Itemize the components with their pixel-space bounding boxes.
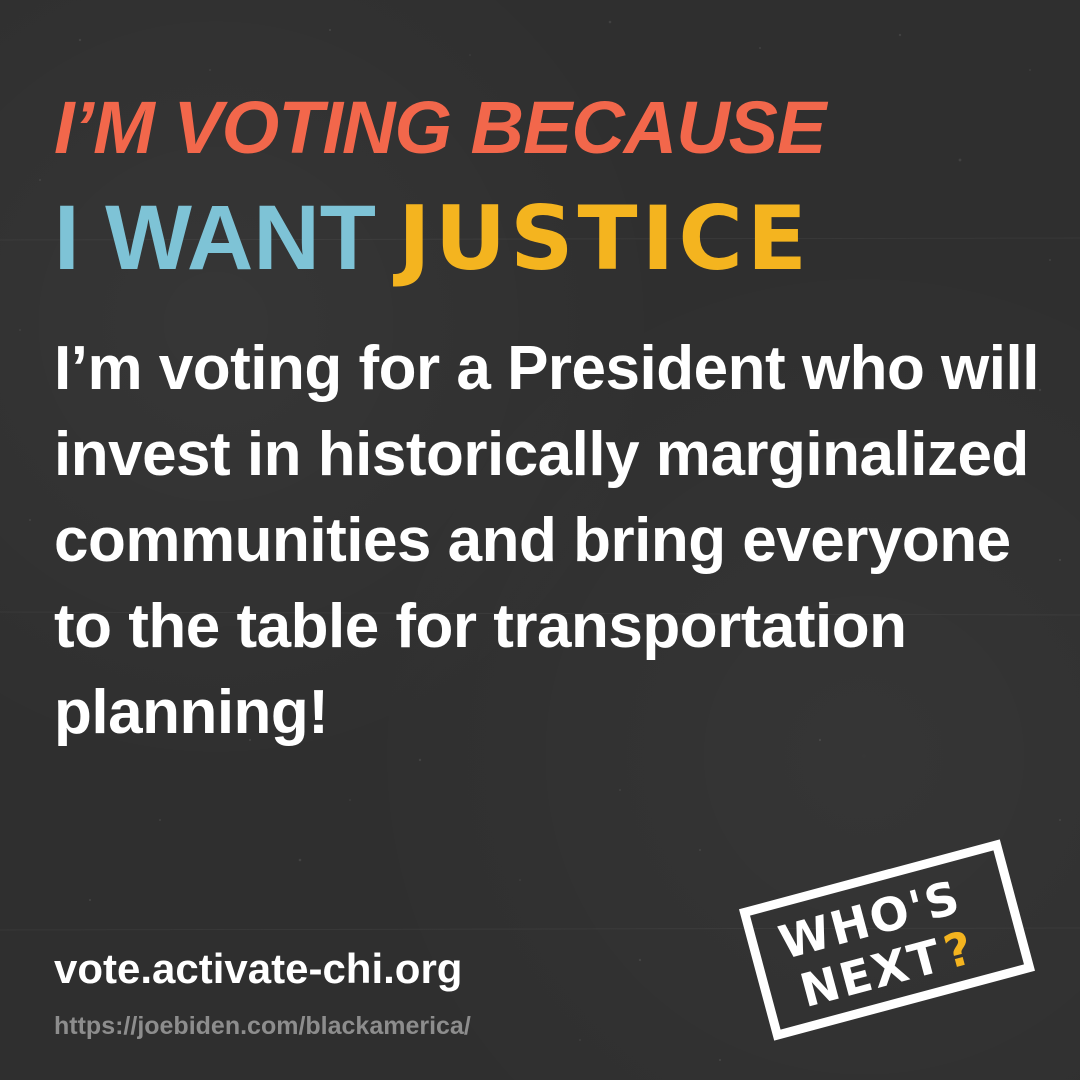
headline-line-1: I’M VOTING BECAUSE	[54, 86, 826, 169]
site-url: vote.activate-chi.org	[54, 945, 463, 992]
body-statement: I’m voting for a President who will inve…	[54, 334, 1039, 747]
campaign-poster: I’M VOTING BECAUSE I WANT JUSTICE I’m vot…	[0, 0, 1080, 1080]
headline-voting-because: I’M VOTING BECAUSE	[54, 86, 826, 169]
headline-want-justice: I WANT JUSTICE	[54, 188, 811, 312]
source-url: https://joebiden.com/blackamerica/	[54, 1012, 471, 1040]
headline-justice: JUSTICE	[397, 187, 812, 290]
headline-want: I WANT	[54, 187, 376, 289]
whos-next-stamp-logo: WHO'S NEXT?	[739, 839, 1035, 1041]
